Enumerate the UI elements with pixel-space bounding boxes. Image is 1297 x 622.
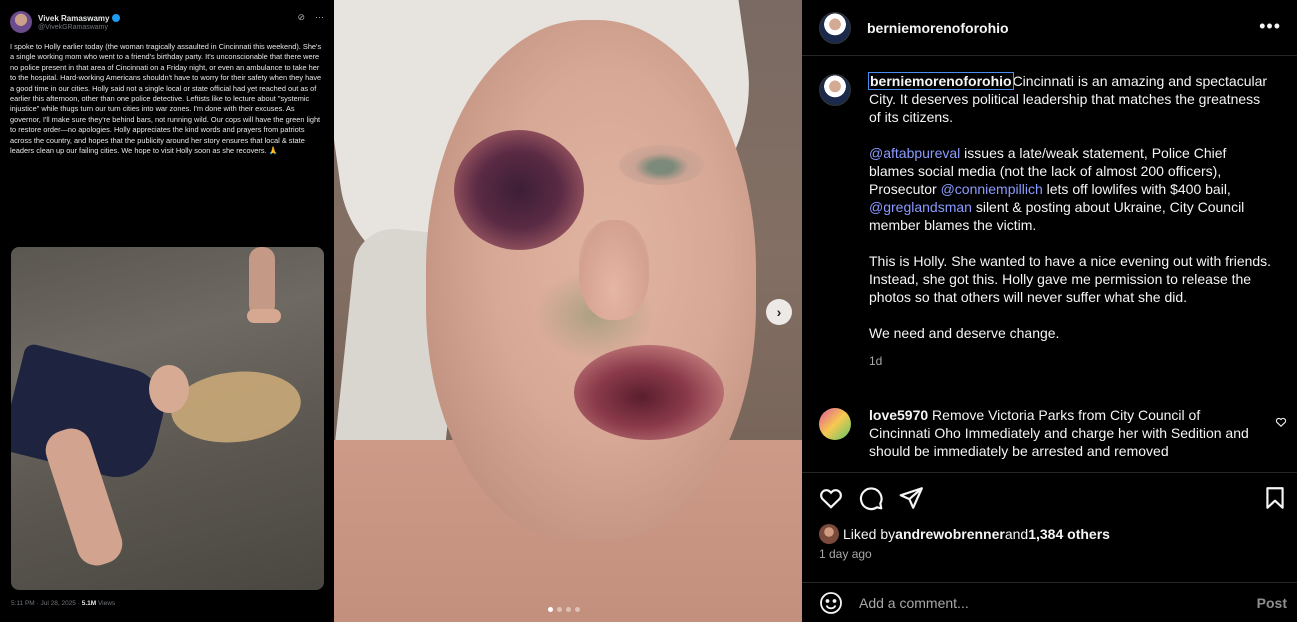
author-username[interactable]: berniemorenoforohio xyxy=(867,20,1009,36)
caption-avatar[interactable] xyxy=(819,74,851,106)
commenter-username[interactable]: love5970 xyxy=(869,407,928,423)
tweet-views: 5.1M xyxy=(81,600,97,607)
chevron-right-icon: › xyxy=(776,304,782,320)
commenter-avatar[interactable] xyxy=(819,408,851,440)
mention-link[interactable]: @aftabpureval xyxy=(869,145,960,161)
carousel-next-button[interactable]: › xyxy=(766,299,792,325)
grok-icon: ⊘ xyxy=(297,12,305,22)
carousel-dot xyxy=(566,607,571,612)
tweet-handle: @VivekGRamaswamy xyxy=(38,23,108,31)
liker-username[interactable]: andrewobrenner xyxy=(895,526,1005,542)
caption-paragraph-4: We need and deserve change. xyxy=(869,325,1060,341)
likes-prefix: Liked by xyxy=(843,526,896,542)
post-media[interactable]: Vivek Ramaswamy @VivekGRamaswamy ⊘ ⋯ I s… xyxy=(0,0,802,622)
comment-text: love5970 Remove Victoria Parks from City… xyxy=(869,406,1259,460)
emoji-icon[interactable] xyxy=(819,591,843,615)
tweet-video xyxy=(11,247,324,590)
tweet-views-label: Views xyxy=(96,600,116,607)
carousel-dot-active xyxy=(548,607,553,612)
comment-like-icon[interactable] xyxy=(1275,416,1287,428)
tweet-screenshot: Vivek Ramaswamy @VivekGRamaswamy ⊘ ⋯ I s… xyxy=(0,0,334,622)
mention-link[interactable]: @greglandsman xyxy=(869,199,972,215)
liker-avatar xyxy=(819,524,839,544)
likes-count[interactable]: 1,384 others xyxy=(1028,526,1110,542)
caption-time[interactable]: 1d xyxy=(869,352,1274,370)
likes-middle: and xyxy=(1004,526,1029,542)
more-icon: ⋯ xyxy=(315,12,324,22)
caption-text-segment: lets off lowlifes with $400 bail, xyxy=(1042,181,1231,197)
tweet-author-name: Vivek Ramaswamy xyxy=(38,13,110,23)
carousel-dot xyxy=(575,607,580,612)
post-time-ago: 1 day ago xyxy=(819,547,872,561)
caption-paragraph-3: This is Holly. She wanted to have a nice… xyxy=(869,253,1272,305)
tweet-header-icons: ⊘ ⋯ xyxy=(297,12,324,23)
comment-input[interactable]: Add a comment... xyxy=(859,595,969,611)
heart-icon[interactable] xyxy=(818,485,844,511)
action-bar xyxy=(802,472,1297,520)
post-header: berniemorenoforohio ••• xyxy=(802,0,1297,56)
author-avatar[interactable] xyxy=(819,11,851,44)
victim-photo xyxy=(334,0,802,622)
carousel-dot xyxy=(557,607,562,612)
likes-summary: Liked by andrewobrenner and 1,384 others xyxy=(819,524,1110,544)
mention-link[interactable]: @conniempillich xyxy=(941,181,1043,197)
post-comment-button[interactable]: Post xyxy=(1257,595,1287,611)
share-icon[interactable] xyxy=(898,485,924,511)
comment-icon[interactable] xyxy=(858,485,884,511)
tweet-avatar xyxy=(10,11,32,33)
tweet-footer: 5:11 PM · Jul 28, 2025 · 5.1M Views xyxy=(11,600,115,607)
more-options-button[interactable]: ••• xyxy=(1259,17,1281,35)
tweet-text: I spoke to Holly earlier today (the woma… xyxy=(10,42,324,156)
tweet-header: Vivek Ramaswamy @VivekGRamaswamy xyxy=(10,8,324,36)
post-sidebar: berniemorenoforohio ••• berniemorenoforo… xyxy=(802,0,1297,622)
caption-text: berniemorenoforohioCincinnati is an amaz… xyxy=(868,72,1274,370)
carousel-dots xyxy=(548,607,580,612)
bookmark-icon[interactable] xyxy=(1262,485,1288,511)
tweet-timestamp: 5:11 PM · Jul 28, 2025 · xyxy=(11,600,82,607)
tweet-author: Vivek Ramaswamy xyxy=(38,13,121,23)
verified-icon xyxy=(112,14,121,22)
caption-username[interactable]: berniemorenoforohio xyxy=(868,72,1014,90)
add-comment-bar: Add a comment... Post xyxy=(802,582,1297,622)
